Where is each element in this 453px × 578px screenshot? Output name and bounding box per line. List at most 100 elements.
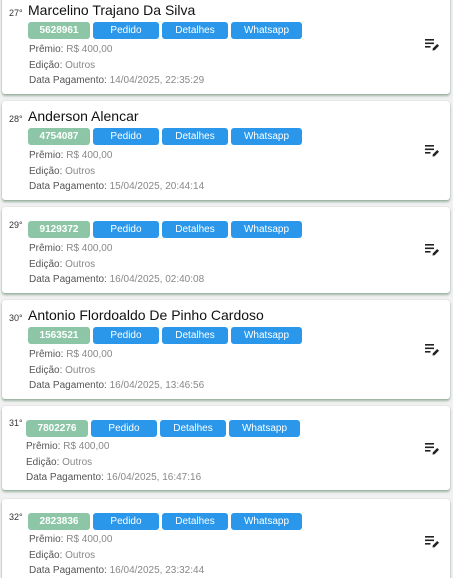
edicao-label: Edição:: [26, 456, 60, 468]
action-buttons: 2823836 Pedido Detalhes Whatsapp: [28, 513, 302, 530]
data-pagamento-label: Data Pagamento:: [26, 472, 104, 483]
data-pagamento-row: Data Pagamento: 14/04/2025, 22:35:29: [29, 73, 204, 89]
winners-list: 27° Marcelino Trajano Da Silva 5628961 P…: [0, 0, 453, 578]
detalhes-button[interactable]: Detalhes: [162, 513, 228, 530]
winner-info: Prêmio: R$ 400,00 Edição: Outros Data Pa…: [26, 439, 201, 486]
winner-info: Prêmio: R$ 400,00 Edição: Outros Data Pa…: [29, 532, 204, 578]
whatsapp-button[interactable]: Whatsapp: [229, 420, 300, 437]
rank-label: 29°: [9, 220, 23, 230]
winner-card: 32° 2823836 Pedido Detalhes Whatsapp Prê…: [2, 499, 450, 578]
premio-label: Prêmio:: [29, 243, 64, 254]
action-buttons: 7802276 Pedido Detalhes Whatsapp: [26, 420, 300, 437]
whatsapp-button[interactable]: Whatsapp: [231, 221, 302, 238]
premio-row: Prêmio: R$ 400,00: [29, 532, 204, 548]
premio-label: Prêmio:: [29, 150, 64, 161]
edicao-row: Edição: Outros: [29, 58, 204, 74]
premio-row: Prêmio: R$ 400,00: [29, 42, 204, 58]
edicao-row: Edição: Outros: [29, 363, 204, 379]
edicao-row: Edição: Outros: [29, 548, 204, 564]
detalhes-button[interactable]: Detalhes: [162, 327, 228, 344]
edicao-value: Outros: [65, 59, 96, 71]
premio-row: Prêmio: R$ 400,00: [29, 148, 204, 164]
data-pagamento-label: Data Pagamento:: [29, 181, 107, 192]
winner-info: Prêmio: R$ 400,00 Edição: Outros Data Pa…: [29, 347, 204, 394]
whatsapp-button[interactable]: Whatsapp: [231, 327, 302, 344]
action-buttons: 1563521 Pedido Detalhes Whatsapp: [28, 327, 302, 344]
data-pagamento-row: Data Pagamento: 16/04/2025, 02:40:08: [29, 272, 204, 288]
premio-row: Prêmio: R$ 400,00: [29, 347, 204, 363]
edicao-label: Edição:: [29, 165, 63, 177]
detalhes-button[interactable]: Detalhes: [160, 420, 226, 437]
whatsapp-button[interactable]: Whatsapp: [231, 128, 302, 145]
edit-list-icon[interactable]: [424, 142, 440, 158]
data-pagamento-value: 16/04/2025, 02:40:08: [109, 274, 205, 285]
premio-row: Prêmio: R$ 400,00: [29, 241, 204, 257]
premio-label: Prêmio:: [29, 534, 64, 545]
winner-card: 30° Antonio Flordoaldo De Pinho Cardoso …: [2, 300, 450, 399]
premio-value: R$ 400,00: [66, 150, 113, 161]
edit-list-icon[interactable]: [424, 533, 440, 549]
premio-label: Prêmio:: [29, 44, 64, 55]
rank-label: 31°: [9, 418, 23, 428]
premio-label: Prêmio:: [26, 441, 61, 452]
data-pagamento-value: 16/04/2025, 23:32:44: [109, 565, 205, 576]
premio-row: Prêmio: R$ 400,00: [26, 439, 201, 455]
edicao-label: Edição:: [29, 364, 63, 376]
rank-label: 28°: [9, 114, 23, 124]
data-pagamento-row: Data Pagamento: 16/04/2025, 16:47:16: [26, 470, 201, 486]
ticket-code-badge: 9129372: [28, 221, 90, 238]
edicao-value: Outros: [65, 364, 96, 376]
ticket-code-badge: 1563521: [28, 327, 90, 344]
ticket-code-badge: 7802276: [26, 420, 88, 437]
edicao-row: Edição: Outros: [26, 455, 201, 471]
pedido-button[interactable]: Pedido: [93, 128, 159, 145]
rank-label: 30°: [9, 313, 23, 323]
detalhes-button[interactable]: Detalhes: [162, 22, 228, 39]
ticket-code-badge: 5628961: [28, 22, 90, 39]
pedido-button[interactable]: Pedido: [93, 221, 159, 238]
pedido-button[interactable]: Pedido: [93, 513, 159, 530]
winner-info: Prêmio: R$ 400,00 Edição: Outros Data Pa…: [29, 148, 204, 195]
premio-value: R$ 400,00: [66, 44, 113, 55]
pedido-button[interactable]: Pedido: [93, 22, 159, 39]
winner-card: 31° 7802276 Pedido Detalhes Whatsapp Prê…: [2, 406, 450, 490]
data-pagamento-value: 15/04/2025, 20:44:14: [109, 181, 205, 192]
data-pagamento-label: Data Pagamento:: [29, 565, 107, 576]
edit-list-icon[interactable]: [424, 440, 440, 456]
pedido-button[interactable]: Pedido: [91, 420, 157, 437]
data-pagamento-value: 16/04/2025, 16:47:16: [106, 472, 202, 483]
data-pagamento-label: Data Pagamento:: [29, 380, 107, 391]
winner-name: Marcelino Trajano Da Silva: [28, 2, 196, 18]
winner-card: 29° 9129372 Pedido Detalhes Whatsapp Prê…: [2, 207, 450, 293]
data-pagamento-value: 14/04/2025, 22:35:29: [109, 75, 205, 86]
edicao-label: Edição:: [29, 258, 63, 270]
whatsapp-button[interactable]: Whatsapp: [231, 22, 302, 39]
data-pagamento-row: Data Pagamento: 15/04/2025, 20:44:14: [29, 179, 204, 195]
winner-name: Antonio Flordoaldo De Pinho Cardoso: [28, 307, 264, 323]
edicao-row: Edição: Outros: [29, 164, 204, 180]
edicao-label: Edição:: [29, 59, 63, 71]
rank-label: 27°: [9, 8, 23, 18]
data-pagamento-label: Data Pagamento:: [29, 274, 107, 285]
edicao-value: Outros: [65, 549, 96, 561]
data-pagamento-value: 16/04/2025, 13:46:56: [109, 380, 205, 391]
action-buttons: 9129372 Pedido Detalhes Whatsapp: [28, 221, 302, 238]
edicao-value: Outros: [65, 258, 96, 270]
pedido-button[interactable]: Pedido: [93, 327, 159, 344]
winner-info: Prêmio: R$ 400,00 Edição: Outros Data Pa…: [29, 42, 204, 89]
winner-card: 28° Anderson Alencar 4754087 Pedido Deta…: [2, 101, 450, 200]
detalhes-button[interactable]: Detalhes: [162, 221, 228, 238]
data-pagamento-label: Data Pagamento:: [29, 75, 107, 86]
edit-list-icon[interactable]: [424, 36, 440, 52]
detalhes-button[interactable]: Detalhes: [162, 128, 228, 145]
ticket-code-badge: 4754087: [28, 128, 90, 145]
winner-info: Prêmio: R$ 400,00 Edição: Outros Data Pa…: [29, 241, 204, 288]
premio-label: Prêmio:: [29, 349, 64, 360]
edit-list-icon[interactable]: [424, 341, 440, 357]
edit-list-icon[interactable]: [424, 241, 440, 257]
premio-value: R$ 400,00: [66, 243, 113, 254]
data-pagamento-row: Data Pagamento: 16/04/2025, 23:32:44: [29, 563, 204, 578]
edicao-value: Outros: [62, 456, 93, 468]
whatsapp-button[interactable]: Whatsapp: [231, 513, 302, 530]
winner-card: 27° Marcelino Trajano Da Silva 5628961 P…: [2, 0, 450, 94]
